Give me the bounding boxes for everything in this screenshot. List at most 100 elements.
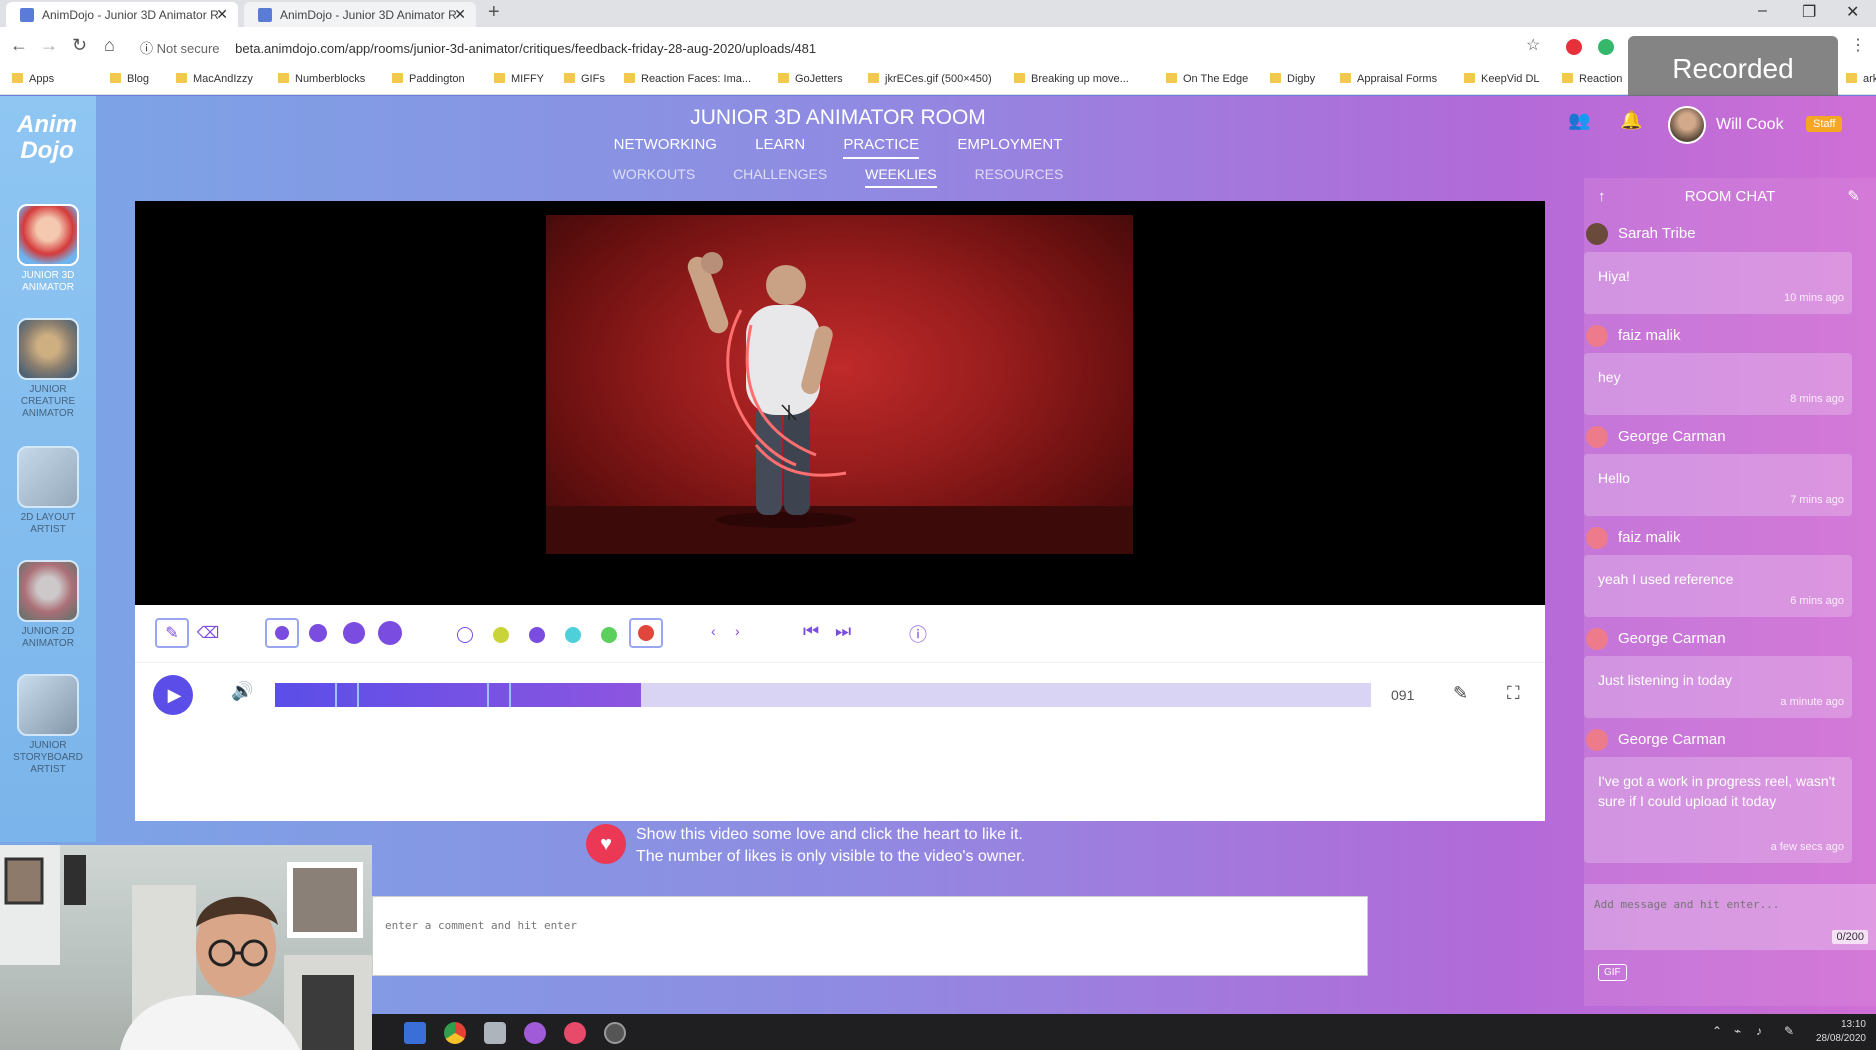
- brush-size-xlarge[interactable]: [373, 618, 407, 648]
- close-window-icon[interactable]: ✕: [1846, 2, 1859, 22]
- color-swatch-purple[interactable]: [529, 627, 545, 643]
- bookmark-reaction-faces[interactable]: Reaction Faces: Ima...: [624, 73, 751, 85]
- help-icon[interactable]: ⓘ: [909, 621, 927, 647]
- brush-size-medium[interactable]: [301, 618, 335, 648]
- back-icon[interactable]: ←: [10, 35, 28, 56]
- gif-button[interactable]: GIF: [1598, 964, 1627, 981]
- nav-learn[interactable]: LEARN: [755, 136, 805, 157]
- skip-end-icon[interactable]: ⏭: [835, 621, 851, 642]
- browser-tab-2[interactable]: AnimDojo - Junior 3D Animator R ✕: [244, 2, 476, 27]
- bookmark-gifs[interactable]: GIFs: [564, 73, 605, 85]
- sidebar-room-junior-storyboard-artist[interactable]: JUNIOR STORYBOARD ARTIST: [8, 674, 88, 776]
- bookmark-miffy[interactable]: MIFFY: [494, 73, 544, 85]
- info-icon[interactable]: ⓘ: [140, 41, 153, 56]
- bookmark-gif-image[interactable]: jkrECes.gif (500×450): [868, 73, 992, 85]
- subnav-workouts[interactable]: WORKOUTS: [613, 166, 695, 186]
- chat-scroll-up-icon[interactable]: ↑: [1598, 178, 1606, 216]
- url-field[interactable]: ⓘ Not secure beta.animdojo.com/app/rooms…: [140, 33, 1540, 59]
- system-clock[interactable]: 13:10 28/08/2020: [1816, 1018, 1866, 1046]
- author-avatar[interactable]: [1586, 527, 1608, 549]
- bookmark-appraisal-forms[interactable]: Appraisal Forms: [1340, 73, 1437, 85]
- close-tab-icon[interactable]: ✕: [216, 6, 228, 23]
- brush-size-small[interactable]: [265, 618, 299, 648]
- forward-icon[interactable]: →: [40, 35, 58, 56]
- bookmark-on-the-edge[interactable]: On The Edge: [1166, 73, 1248, 85]
- reload-icon[interactable]: ↻: [72, 35, 87, 56]
- bookmark-apps[interactable]: Apps: [12, 73, 54, 85]
- brush-size-large[interactable]: [337, 618, 371, 648]
- like-heart-button[interactable]: ♥: [586, 824, 626, 864]
- notification-bell-icon[interactable]: 🔔: [1620, 110, 1642, 131]
- play-button[interactable]: ▶: [153, 675, 193, 715]
- comment-input[interactable]: [373, 897, 1367, 975]
- nav-practice[interactable]: PRACTICE: [843, 136, 920, 159]
- browser-tab-1[interactable]: AnimDojo - Junior 3D Animator R ✕: [6, 2, 238, 27]
- subnav-resources[interactable]: RESOURCES: [975, 166, 1064, 186]
- bookmark-reaction[interactable]: Reaction: [1562, 73, 1622, 85]
- volume-icon[interactable]: 🔊: [231, 681, 253, 702]
- author-name[interactable]: faiz malik: [1618, 529, 1681, 546]
- author-name[interactable]: George Carman: [1618, 428, 1726, 445]
- timeline-scrubber[interactable]: [275, 683, 1371, 707]
- sidebar-room-junior-2d-animator[interactable]: JUNIOR 2D ANIMATOR: [8, 560, 88, 650]
- file-explorer-icon[interactable]: [404, 1022, 426, 1044]
- close-tab-icon[interactable]: ✕: [454, 6, 466, 23]
- pencil-tool-icon[interactable]: ✎: [155, 618, 189, 648]
- video-viewport[interactable]: [135, 201, 1545, 605]
- color-swatch-green[interactable]: [601, 627, 617, 643]
- bookmark-paddington[interactable]: Paddington: [392, 73, 465, 85]
- prev-frame-arrow-icon[interactable]: ‹: [711, 623, 716, 639]
- new-tab-icon[interactable]: +: [488, 1, 500, 24]
- author-name[interactable]: Sarah Tribe: [1618, 225, 1696, 242]
- author-avatar[interactable]: [1586, 729, 1608, 751]
- app-w-icon[interactable]: [524, 1022, 546, 1044]
- bookmark-numberblocks[interactable]: Numberblocks: [278, 73, 365, 85]
- video-frame[interactable]: [546, 215, 1133, 554]
- app-pin-icon[interactable]: [564, 1022, 586, 1044]
- grammarly-extension-icon[interactable]: [1598, 39, 1614, 55]
- chat-compose-icon[interactable]: ✎: [1847, 178, 1860, 216]
- tray-chevron-icon[interactable]: ⌃: [1712, 1024, 1722, 1038]
- color-swatch-cyan[interactable]: [565, 627, 581, 643]
- author-avatar[interactable]: [1586, 223, 1608, 245]
- sidebar-room-2d-layout-artist[interactable]: 2D LAYOUT ARTIST: [8, 446, 88, 536]
- nav-employment[interactable]: EMPLOYMENT: [957, 136, 1062, 157]
- tray-network-icon[interactable]: ⌁: [1734, 1024, 1741, 1038]
- restore-icon[interactable]: ❐: [1802, 2, 1816, 22]
- people-icon[interactable]: 👥: [1568, 110, 1590, 131]
- user-avatar[interactable]: [1668, 106, 1706, 144]
- bookmark-macandizzy[interactable]: MacAndIzzy: [176, 73, 253, 85]
- next-frame-arrow-icon[interactable]: ›: [735, 623, 740, 639]
- eraser-tool-icon[interactable]: ⌫: [191, 618, 225, 648]
- color-swatch-white[interactable]: [457, 627, 473, 643]
- menu-kebab-icon[interactable]: ⋮: [1850, 35, 1866, 55]
- app-steam-icon[interactable]: [604, 1022, 626, 1044]
- author-name[interactable]: faiz malik: [1618, 327, 1681, 344]
- chrome-icon[interactable]: [444, 1022, 466, 1044]
- bookmark-keepvid[interactable]: KeepVid DL: [1464, 73, 1540, 85]
- user-name[interactable]: Will Cook: [1716, 116, 1784, 134]
- fullscreen-icon[interactable]: ⛶: [1507, 683, 1520, 704]
- author-avatar[interactable]: [1586, 628, 1608, 650]
- author-name[interactable]: George Carman: [1618, 630, 1726, 647]
- subnav-weeklies[interactable]: WEEKLIES: [865, 166, 937, 188]
- sidebar-room-junior-3d-animator[interactable]: JUNIOR 3D ANIMATOR: [8, 204, 88, 294]
- draw-mode-pencil-icon[interactable]: ✎: [1453, 683, 1468, 704]
- tray-pen-icon[interactable]: ✎: [1784, 1024, 1794, 1038]
- opera-extension-icon[interactable]: [1566, 39, 1582, 55]
- nav-networking[interactable]: NETWORKING: [614, 136, 717, 157]
- bookmark-other[interactable]: arks: [1846, 73, 1876, 85]
- color-swatch-red[interactable]: [629, 618, 663, 648]
- bookmark-star-icon[interactable]: ☆: [1526, 35, 1540, 55]
- author-avatar[interactable]: [1586, 426, 1608, 448]
- sidebar-room-junior-creature-animator[interactable]: JUNIOR CREATURE ANIMATOR: [8, 318, 88, 420]
- tray-volume-icon[interactable]: ♪: [1756, 1024, 1762, 1038]
- bookmark-gojetters[interactable]: GoJetters: [778, 73, 843, 85]
- author-name[interactable]: George Carman: [1618, 731, 1726, 748]
- camera-app-icon[interactable]: [484, 1022, 506, 1044]
- color-swatch-yellow[interactable]: [493, 627, 509, 643]
- bookmark-blog[interactable]: Blog: [110, 73, 149, 85]
- bookmark-breaking-up[interactable]: Breaking up move...: [1014, 73, 1129, 85]
- author-avatar[interactable]: [1586, 325, 1608, 347]
- bookmark-digby[interactable]: Digby: [1270, 73, 1315, 85]
